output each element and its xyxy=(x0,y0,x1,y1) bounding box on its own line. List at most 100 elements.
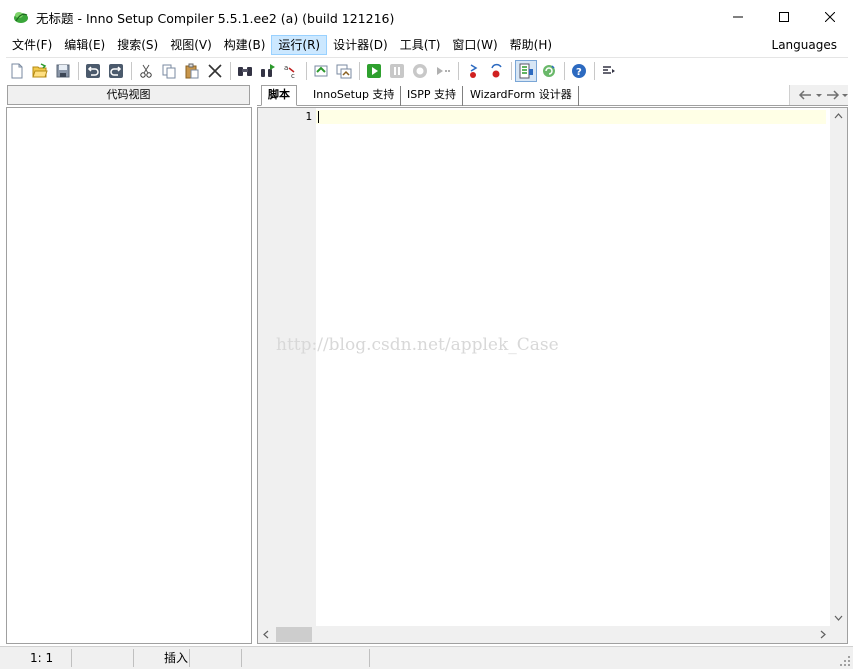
cursor-position: 1: 1 xyxy=(0,649,72,667)
status-empty-cell xyxy=(190,649,242,667)
clear-breakpoints-button[interactable] xyxy=(485,60,507,82)
insert-icon xyxy=(603,65,615,74)
toolbar-separator xyxy=(78,61,79,80)
window-title: 无标题 - Inno Setup Compiler 5.5.1.ee2 (a) … xyxy=(36,10,395,26)
clear-breakpoints-icon xyxy=(491,63,502,77)
open-button[interactable] xyxy=(29,60,51,82)
menu-edit[interactable]: 编辑(E) xyxy=(58,35,111,55)
undo-icon xyxy=(86,63,100,78)
watermark-text: http://blog.csdn.net/applek_Case xyxy=(276,335,559,355)
find-icon xyxy=(238,66,252,76)
new-file-icon xyxy=(11,63,23,78)
menu-run[interactable]: 运行(R) xyxy=(271,35,328,55)
scroll-right-icon[interactable] xyxy=(820,630,826,639)
scroll-down-icon[interactable] xyxy=(834,615,843,621)
minimize-button[interactable] xyxy=(715,0,761,34)
delete-button[interactable] xyxy=(204,60,226,82)
status-bar: 1: 1 插入 xyxy=(0,646,853,669)
compile-all-button[interactable] xyxy=(333,60,355,82)
scroll-corner xyxy=(830,626,847,643)
close-button[interactable] xyxy=(807,0,853,34)
chevron-down-icon[interactable] xyxy=(842,89,848,101)
help-button[interactable]: ? xyxy=(568,60,590,82)
cut-icon xyxy=(140,64,152,78)
pause-button[interactable] xyxy=(386,60,408,82)
show-code-view-button[interactable] xyxy=(515,59,537,82)
compile-icon xyxy=(314,65,328,76)
menu-search[interactable]: 搜索(S) xyxy=(111,35,164,55)
svg-text:?: ? xyxy=(576,67,582,78)
resize-grip-icon[interactable] xyxy=(840,656,850,666)
step-button[interactable] xyxy=(432,60,454,82)
insert-mode: 插入 xyxy=(134,649,190,667)
run-button[interactable] xyxy=(363,60,385,82)
redo-button[interactable] xyxy=(105,60,127,82)
toolbar-separator xyxy=(458,61,459,80)
compile-all-icon xyxy=(336,64,352,78)
toolbar-separator xyxy=(230,61,231,80)
copy-button[interactable] xyxy=(158,60,180,82)
redo-icon xyxy=(109,63,123,78)
forward-arrow-icon[interactable] xyxy=(826,89,840,101)
tab-innosetup-support[interactable]: InnoSetup 支持 xyxy=(307,86,402,106)
svg-text:c: c xyxy=(291,72,295,79)
editor-tab-bar: 脚本 InnoSetup 支持 ISPP 支持 WizardForm 设计器 xyxy=(257,85,848,106)
languages-menu[interactable]: Languages xyxy=(772,34,837,56)
inno-setup-app-icon xyxy=(14,12,28,23)
paste-button[interactable] xyxy=(181,60,203,82)
menu-designer[interactable]: 设计器(D) xyxy=(327,35,394,55)
script-editor[interactable]: 1 xyxy=(257,107,848,644)
compile-button[interactable] xyxy=(310,60,332,82)
code-view-panel[interactable] xyxy=(6,107,252,644)
title-bar: 无标题 - Inno Setup Compiler 5.5.1.ee2 (a) … xyxy=(0,0,853,34)
menu-window[interactable]: 窗口(W) xyxy=(446,35,503,55)
undo-button[interactable] xyxy=(82,60,104,82)
tab-wizardform-designer[interactable]: WizardForm 设计器 xyxy=(464,86,579,106)
find-next-button[interactable] xyxy=(257,60,279,82)
cut-button[interactable] xyxy=(135,60,157,82)
tab-ispp-support[interactable]: ISPP 支持 xyxy=(401,86,463,106)
status-empty-cell xyxy=(242,649,370,667)
status-modified xyxy=(72,649,134,667)
horizontal-scrollbar[interactable] xyxy=(258,626,832,643)
scroll-up-icon[interactable] xyxy=(834,113,843,119)
scroll-left-icon[interactable] xyxy=(263,630,269,639)
line-number: 1 xyxy=(305,110,312,123)
toggle-breakpoint-button[interactable] xyxy=(462,60,484,82)
replace-button[interactable]: ac xyxy=(280,60,302,82)
toolbar-separator xyxy=(306,61,307,80)
toolbar-separator xyxy=(594,61,595,80)
maximize-icon xyxy=(779,12,789,22)
refresh-icon xyxy=(543,64,555,77)
save-icon xyxy=(56,64,70,77)
delete-icon xyxy=(208,63,222,78)
chevron-down-icon[interactable] xyxy=(814,89,824,101)
menu-view[interactable]: 视图(V) xyxy=(164,35,218,55)
back-arrow-icon[interactable] xyxy=(798,89,812,101)
open-folder-icon xyxy=(32,62,48,77)
svg-text:a: a xyxy=(284,64,288,72)
refresh-button[interactable] xyxy=(538,60,560,82)
toolbar-separator xyxy=(511,61,512,80)
tab-script[interactable]: 脚本 xyxy=(261,85,297,106)
stop-icon xyxy=(413,63,427,78)
vertical-scrollbar[interactable] xyxy=(830,108,847,626)
show-code-view-icon xyxy=(519,63,533,78)
menu-build[interactable]: 构建(B) xyxy=(218,35,272,55)
insert-button[interactable] xyxy=(598,60,620,82)
tab-navigation xyxy=(789,85,848,105)
toolbar-separator xyxy=(564,61,565,80)
code-view-header: 代码视图 xyxy=(7,85,250,105)
menu-tools[interactable]: 工具(T) xyxy=(394,35,447,55)
save-button[interactable] xyxy=(52,60,74,82)
toolbar: ac ? xyxy=(6,57,848,83)
menu-bar: 文件(F) 编辑(E) 搜索(S) 视图(V) 构建(B) 运行(R) 设计器(… xyxy=(0,34,853,56)
find-button[interactable] xyxy=(234,60,256,82)
current-line-highlight xyxy=(316,110,826,124)
maximize-button[interactable] xyxy=(761,0,807,34)
menu-file[interactable]: 文件(F) xyxy=(6,35,58,55)
menu-help[interactable]: 帮助(H) xyxy=(504,35,558,55)
new-file-button[interactable] xyxy=(6,60,28,82)
stop-button[interactable] xyxy=(409,60,431,82)
horizontal-scroll-thumb[interactable] xyxy=(276,627,312,642)
